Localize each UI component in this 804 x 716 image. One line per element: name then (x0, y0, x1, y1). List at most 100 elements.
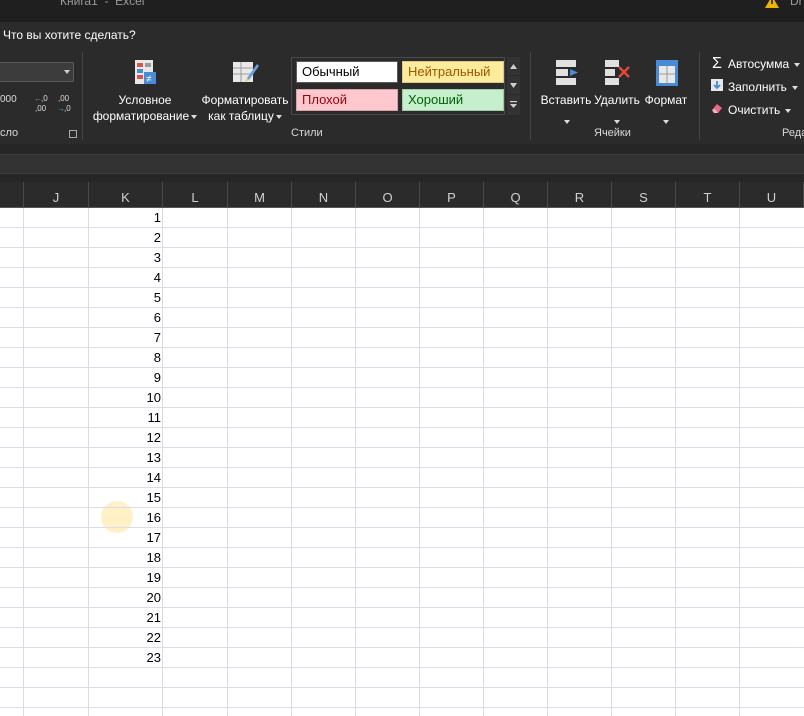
editing-group-label: Реда (782, 127, 804, 139)
cell-k12[interactable]: 12 (89, 428, 161, 448)
cell-k7[interactable]: 7 (89, 328, 161, 348)
cell-k13[interactable]: 13 (89, 448, 161, 468)
column-header-t[interactable]: T (676, 182, 740, 208)
column-header-m[interactable]: M (228, 182, 292, 208)
insert-cells-button[interactable]: Вставить (538, 56, 594, 124)
conditional-formatting-label-2: форматирование (92, 109, 190, 123)
conditional-formatting-button[interactable]: ≠ Условное форматирование (90, 56, 200, 124)
grid-column-line (355, 208, 356, 716)
chevron-down-icon (794, 62, 801, 67)
cell-k11[interactable]: 11 (89, 408, 162, 428)
cell-k15[interactable]: 15 (89, 488, 161, 508)
formula-bar[interactable] (0, 154, 804, 174)
cell-k22[interactable]: 22 (89, 628, 161, 648)
grid-row-line (0, 707, 804, 708)
tell-me-input[interactable]: Что вы хотите сделать? (3, 28, 136, 42)
format-as-table-button[interactable]: Форматировать как таблицу (198, 56, 292, 124)
style-good[interactable]: Хороший (402, 89, 504, 111)
cell-k3[interactable]: 3 (89, 248, 161, 268)
chevron-up-icon (510, 64, 517, 69)
chevron-down-icon (791, 85, 798, 90)
style-bad[interactable]: Плохой (296, 89, 398, 111)
column-header-q[interactable]: Q (484, 182, 548, 208)
styles-group-label: Стили (291, 127, 323, 139)
delete-cells-icon (605, 60, 630, 85)
grid-column-line (23, 208, 24, 716)
number-format-combo[interactable] (0, 62, 74, 82)
column-header-j[interactable]: J (24, 182, 89, 208)
gallery-scroll-up-button[interactable] (507, 57, 520, 76)
warning-icon[interactable] (765, 0, 779, 8)
sigma-icon: Σ (712, 55, 722, 72)
cell-k9[interactable]: 9 (89, 368, 161, 388)
grid-column-line (547, 208, 548, 716)
user-account[interactable]: Dr (790, 0, 803, 8)
cell-k1[interactable]: 1 (89, 208, 161, 228)
column-header-s[interactable]: S (612, 182, 676, 208)
insert-cells-icon (556, 60, 578, 85)
grid-column-line (419, 208, 420, 716)
grid-column-line (739, 208, 740, 716)
cell-k20[interactable]: 20 (89, 588, 161, 608)
increase-decimal-button[interactable]: ← ,0 ,00 (32, 92, 52, 114)
cell-k5[interactable]: 5 (89, 288, 161, 308)
cell-k17[interactable]: 17 (89, 528, 161, 548)
cell-k21[interactable]: 21 (89, 608, 161, 628)
cell-k2[interactable]: 2 (89, 228, 161, 248)
grid-column-line (611, 208, 612, 716)
delete-cells-button[interactable]: Удалить (592, 56, 642, 124)
gallery-scroll-down-button[interactable] (507, 76, 520, 95)
style-neutral[interactable]: Нейтральный (402, 61, 504, 83)
autosum-label: Автосумма (728, 57, 790, 71)
tell-me-bar: Что вы хотите сделать? (0, 22, 804, 48)
cell-k14[interactable]: 14 (89, 468, 161, 488)
worksheet-grid[interactable]: 1 2 3 4 5 6 7 8 9 10 11 12 13 14 15 16 17 18 19 20 21 22 23 (0, 208, 804, 716)
decrease-decimal-button[interactable]: ,00 → ,0 (55, 92, 75, 114)
grid-row-line (0, 687, 804, 688)
column-header-r[interactable]: R (548, 182, 612, 208)
svg-text:,0: ,0 (64, 104, 71, 113)
gallery-scrollbar (507, 57, 520, 115)
column-header-partial[interactable] (0, 182, 24, 208)
fill-button[interactable]: Заполнить (710, 79, 798, 94)
column-header-l[interactable]: L (163, 182, 228, 208)
clear-button[interactable]: Очистить (710, 102, 792, 117)
cell-k6[interactable]: 6 (89, 308, 161, 328)
grid-column-line (227, 208, 228, 716)
cell-k16[interactable]: 16 (89, 508, 161, 528)
gallery-more-button[interactable] (507, 95, 520, 114)
grid-column-line (162, 208, 163, 716)
increase-decimal-icon: ← ,0 ,00 (34, 94, 48, 113)
clear-label: Очистить (728, 103, 781, 117)
svg-text:,00: ,00 (58, 94, 70, 103)
format-as-table-label-2: как таблицу (208, 109, 274, 123)
chevron-down-icon (564, 120, 570, 124)
style-normal[interactable]: Обычный (296, 61, 398, 83)
format-as-table-icon (233, 62, 259, 82)
cell-k23[interactable]: 23 (89, 648, 161, 668)
ribbon-home: 000 ← ,0 ,00 ,00 → ,0 сло ≠ Условное фор… (0, 48, 804, 144)
cells-group-label: Ячейки (594, 127, 631, 139)
column-header-p[interactable]: P (420, 182, 484, 208)
chevron-down-icon (64, 70, 70, 74)
cell-k8[interactable]: 8 (89, 348, 161, 368)
conditional-formatting-label-1: Условное (118, 93, 172, 107)
cell-k19[interactable]: 19 (89, 568, 161, 588)
cell-k4[interactable]: 4 (89, 268, 161, 288)
svg-text:,0: ,0 (41, 94, 48, 103)
column-header-u[interactable]: U (740, 182, 804, 208)
fill-down-icon (710, 79, 724, 94)
dialog-launcher-icon[interactable] (69, 130, 77, 138)
chevron-down-icon (663, 120, 669, 124)
cell-k18[interactable]: 18 (89, 548, 161, 568)
autosum-button[interactable]: Σ Автосумма (710, 55, 801, 73)
format-cells-button[interactable]: Формат (641, 56, 691, 124)
column-header-o[interactable]: O (356, 182, 420, 208)
chevron-down-icon (510, 83, 517, 88)
column-header-k[interactable]: K (89, 182, 163, 208)
column-header-n[interactable]: N (292, 182, 356, 208)
cell-k10[interactable]: 10 (89, 388, 161, 408)
format-as-table-label-1: Форматировать (201, 93, 289, 107)
thousands-separator-button[interactable]: 000 (0, 94, 17, 105)
chevron-down-icon (275, 114, 282, 119)
